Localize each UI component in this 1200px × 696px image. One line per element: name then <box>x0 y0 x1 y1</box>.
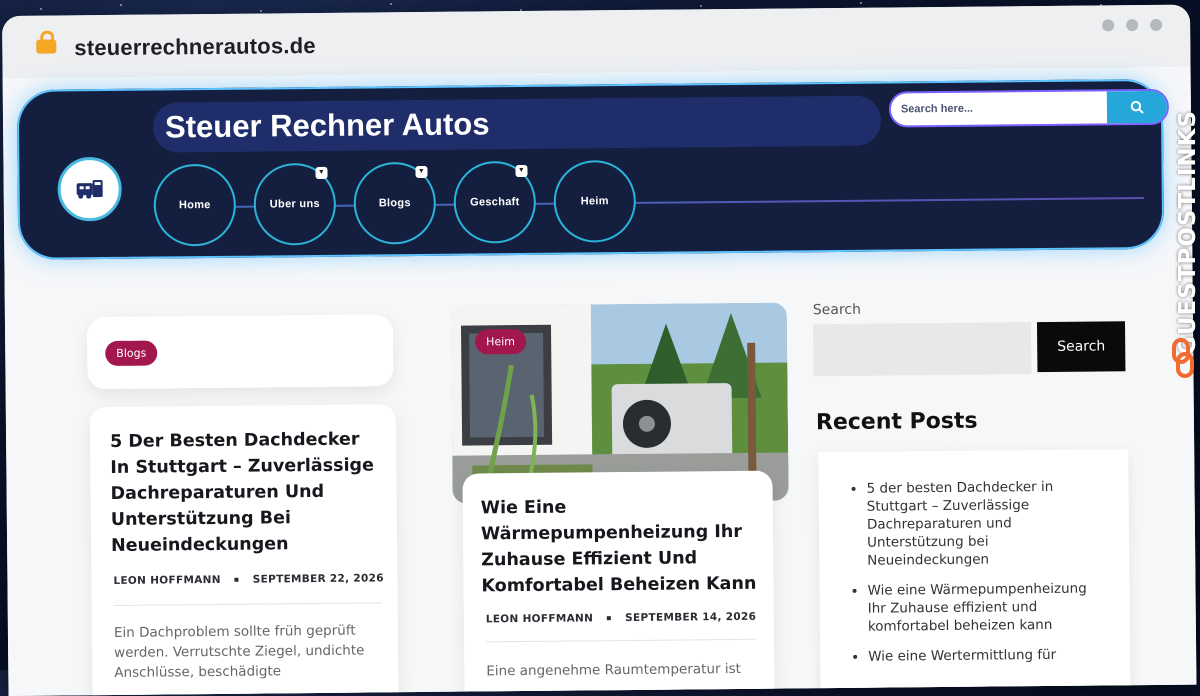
watermark: GUESTPOSTLINKS <box>1166 48 1200 378</box>
chevron-down-icon[interactable]: ▼ <box>315 166 328 179</box>
post-author[interactable]: LEON HOFFMANN <box>113 574 220 587</box>
post-card: Wie Eine Wärmepumpenheizung Ihr Zuhause … <box>462 470 775 696</box>
nav-item-geschaft[interactable]: Geschaft ▼ <box>453 160 537 244</box>
search-icon <box>1130 100 1144 114</box>
post-title[interactable]: 5 Der Besten Dachdecker In Stuttgart – Z… <box>110 426 381 559</box>
lock-icon <box>36 39 57 54</box>
post-card: 5 Der Besten Dachdecker In Stuttgart – Z… <box>89 404 399 696</box>
category-badge[interactable]: Heim <box>475 328 527 355</box>
sidebar-search-input[interactable] <box>812 322 1032 377</box>
post-meta: LEON HOFFMANN SEPTEMBER 22, 2026 <box>113 572 383 587</box>
recent-posts-heading: Recent Posts <box>815 408 978 436</box>
recent-post-link[interactable]: Wie eine Wärmepumpenheizung Ihr Zuhause … <box>867 579 1108 635</box>
window-controls <box>1102 18 1163 32</box>
address-bar-url[interactable]: steuerrechnerautos.de <box>74 33 316 61</box>
site-title[interactable]: Steuer Rechner Autos <box>152 95 882 153</box>
post-date[interactable]: SEPTEMBER 14, 2026 <box>625 611 756 624</box>
sidebar-search-label: Search <box>812 301 862 319</box>
recent-post-link[interactable]: 5 der besten Dachdecker in Stuttgart – Z… <box>866 477 1107 569</box>
recent-posts-list: 5 der besten Dachdecker in Stuttgart – Z… <box>818 449 1131 696</box>
divider <box>113 602 382 606</box>
post-excerpt: Ein Dachproblem sollte früh geprüft werd… <box>113 622 365 681</box>
divider <box>486 638 757 643</box>
header-search <box>888 88 1170 128</box>
site-logo[interactable] <box>57 156 122 222</box>
window-dot-icon[interactable] <box>1150 18 1163 31</box>
post-meta: LEON HOFFMANN SEPTEMBER 14, 2026 <box>486 611 756 626</box>
post-title[interactable]: Wie Eine Wärmepumpenheizung Ihr Zuhause … <box>481 493 762 600</box>
meta-separator <box>234 577 239 582</box>
page-viewport: Steuer Rechner Autos Home Uber uns ▼ Blog… <box>2 66 1197 696</box>
site-header: Steuer Rechner Autos Home Uber uns ▼ Blog… <box>16 78 1170 260</box>
window-dot-icon[interactable] <box>1102 19 1115 32</box>
post-author[interactable]: LEON HOFFMANN <box>486 612 593 625</box>
recent-post-link[interactable]: Wie eine Wertermittlung für <box>868 645 1108 665</box>
post-date[interactable]: SEPTEMBER 22, 2026 <box>253 572 384 585</box>
window-dot-icon[interactable] <box>1126 19 1139 32</box>
header-search-input[interactable] <box>890 91 1122 126</box>
sidebar-search-button[interactable]: Search <box>1036 321 1126 373</box>
category-card: Blogs <box>86 314 394 390</box>
header-search-button[interactable] <box>1106 90 1168 124</box>
nav-item-blogs[interactable]: Blogs ▼ <box>353 161 437 245</box>
category-badge[interactable]: Blogs <box>105 340 158 367</box>
nav-item-home[interactable]: Home <box>153 163 237 247</box>
nav-item-uber-uns[interactable]: Uber uns ▼ <box>253 162 337 246</box>
browser-window: steuerrechnerautos.de Steuer Rechner Aut… <box>2 4 1197 696</box>
watermark-text: GUESTPOSTLINKS <box>1175 109 1200 355</box>
meta-separator <box>607 616 612 621</box>
chevron-down-icon[interactable]: ▼ <box>415 165 428 179</box>
nav-item-heim[interactable]: Heim <box>553 159 637 243</box>
chevron-down-icon[interactable]: ▼ <box>515 164 528 178</box>
main-nav: Home Uber uns ▼ Blogs ▼ Geschaft ▼ Heim <box>153 159 1144 247</box>
calculator-car-icon <box>76 180 103 199</box>
chain-link-icon <box>1172 338 1194 378</box>
post-excerpt: Eine angenehme Raumtemperatur ist <box>486 660 741 680</box>
